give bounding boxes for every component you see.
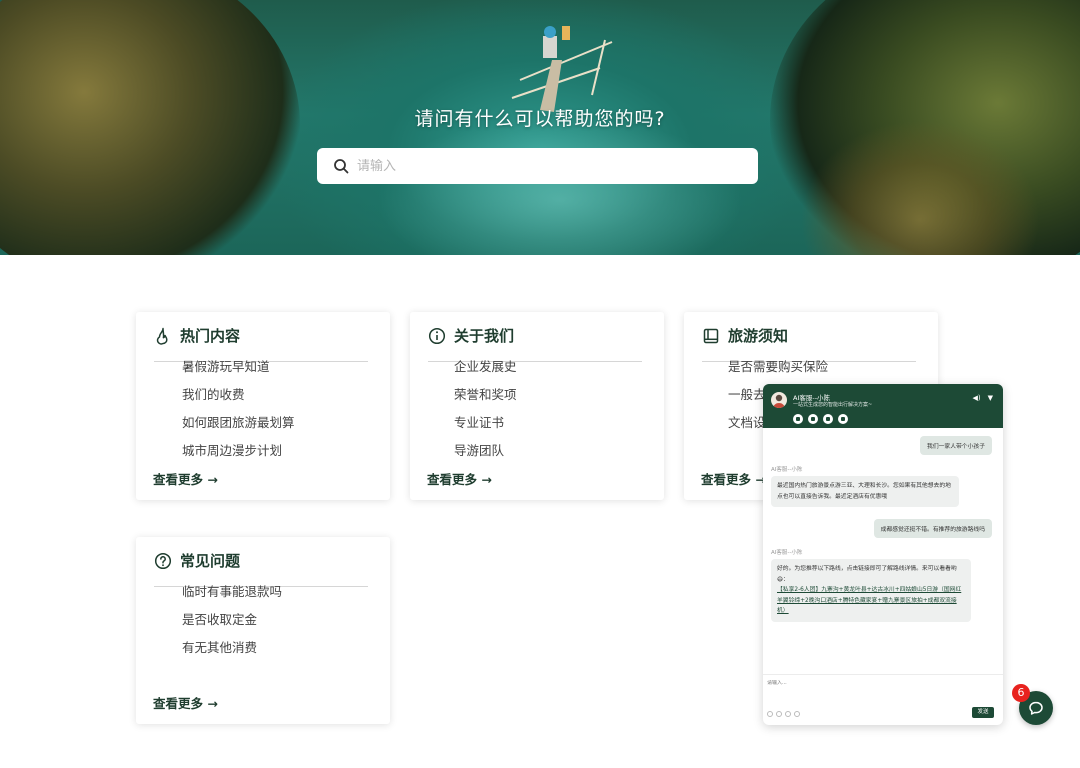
- list-item[interactable]: 有无其他消费: [182, 639, 282, 667]
- info-icon: [428, 327, 446, 344]
- card-hot-content: 热门内容 暑假游玩早知道 我们的收费 如何跟团旅游最划算 城市周边漫步计划 查看…: [136, 312, 390, 500]
- hero-title: 请问有什么可以帮助您的吗?: [414, 108, 666, 130]
- chat-agent-subtitle: 一站式生成您的智能出行解决方案~: [793, 402, 873, 408]
- chat-message-input[interactable]: [767, 680, 967, 686]
- bot-label: AI客服--小陈: [771, 467, 803, 473]
- list-item[interactable]: 城市周边漫步计划: [182, 442, 295, 470]
- bot-message: 最近国内热门旅游景点游三亚、大理和长沙。您如果有其他想去的地点也可以直接告诉我。…: [771, 476, 959, 507]
- message-icon[interactable]: [838, 414, 848, 424]
- list-item[interactable]: 如何跟团旅游最划算: [182, 414, 295, 442]
- card-title: 旅游须知: [728, 327, 789, 345]
- list-item[interactable]: 是否收取定金: [182, 611, 282, 639]
- user-message: 成都感觉还挺不错。有推荐的旅游路线吗: [873, 519, 992, 538]
- book-icon: [703, 328, 719, 343]
- card-list: 暑假游玩早知道 我们的收费 如何跟团旅游最划算 城市周边漫步计划: [182, 358, 295, 470]
- phone-off-icon[interactable]: [793, 414, 803, 424]
- card-about-us: 关于我们 企业发展史 荣誉和奖项 专业证书 导游团队 查看更多 →: [410, 312, 664, 500]
- list-item[interactable]: 专业证书: [454, 414, 517, 442]
- route-link[interactable]: 【私享2-6人团】九寨沟+黄龙叶县+达古冰川+四姑娘山5日游（国网红羊翼铃缔+2…: [777, 587, 961, 614]
- list-item[interactable]: 是否需要购买保险: [728, 358, 828, 386]
- question-icon: [154, 552, 172, 569]
- view-more-link[interactable]: 查看更多 →: [701, 469, 766, 488]
- bot-message: 好的。为您推荐以下路线，点击链接即可了解路线详情。来可以看看哟😄： 【私享2-6…: [771, 559, 971, 622]
- list-item[interactable]: 我们的收费: [182, 386, 295, 414]
- phone-icon[interactable]: [823, 414, 833, 424]
- location-icon[interactable]: [808, 414, 818, 424]
- card-title: 关于我们: [454, 327, 515, 345]
- file-icon[interactable]: [785, 711, 791, 717]
- more-icon[interactable]: [794, 711, 800, 717]
- bot-message-text: 好的。为您推荐以下路线，点击链接即可了解路线详情。来可以看看哟😄：: [777, 566, 957, 583]
- search-box[interactable]: [317, 148, 758, 184]
- card-list: 企业发展史 荣誉和奖项 专业证书 导游团队: [454, 358, 517, 470]
- view-more-link[interactable]: 查看更多 →: [427, 469, 492, 488]
- card-list: 临时有事能退款吗 是否收取定金 有无其他消费: [182, 583, 282, 667]
- chat-controls: ◀) ▼: [972, 394, 993, 402]
- user-message: 我们一家人带个小孩子: [920, 436, 992, 455]
- chat-bubble-icon: [1029, 701, 1043, 715]
- card-title: 常见问题: [180, 552, 241, 570]
- bot-message-text: 最近国内热门旅游景点游三亚、大理和长沙。您如果有其他想去的地点也可以直接告诉我。…: [777, 483, 951, 500]
- list-item[interactable]: 临时有事能退款吗: [182, 583, 282, 611]
- avatar: [771, 392, 787, 408]
- chat-input-area: 发送: [763, 674, 1003, 725]
- card-header: 关于我们: [428, 324, 642, 362]
- search-input[interactable]: [357, 158, 737, 174]
- chevron-down-icon[interactable]: ▼: [988, 394, 993, 402]
- send-button[interactable]: 发送: [972, 707, 994, 718]
- card-faq: 常见问题 临时有事能退款吗 是否收取定金 有无其他消费 查看更多 →: [136, 537, 390, 724]
- chat-window: AI客服--小陈 一站式生成您的智能出行解决方案~ ◀) ▼ 我们一家人带个小孩…: [763, 384, 1003, 725]
- flame-icon: [156, 327, 168, 345]
- card-header: 常见问题: [154, 549, 368, 587]
- chat-tools: [767, 711, 800, 717]
- view-more-link[interactable]: 查看更多 →: [153, 693, 218, 712]
- list-item[interactable]: 导游团队: [454, 442, 517, 470]
- card-title: 热门内容: [180, 327, 241, 345]
- speaker-icon[interactable]: ◀): [972, 394, 980, 402]
- list-item[interactable]: 企业发展史: [454, 358, 517, 386]
- hero-banner: 请问有什么可以帮助您的吗?: [0, 0, 1080, 255]
- view-more-link[interactable]: 查看更多 →: [153, 469, 218, 488]
- list-item[interactable]: 暑假游玩早知道: [182, 358, 295, 386]
- emoji-icon[interactable]: [767, 711, 773, 717]
- image-icon[interactable]: [776, 711, 782, 717]
- card-header: 旅游须知: [702, 324, 916, 362]
- search-icon: [334, 159, 349, 174]
- unread-badge: 6: [1012, 684, 1030, 702]
- chat-header: AI客服--小陈 一站式生成您的智能出行解决方案~ ◀) ▼: [763, 384, 1003, 428]
- bot-label: AI客服--小陈: [771, 550, 803, 556]
- list-item[interactable]: 荣誉和奖项: [454, 386, 517, 414]
- card-header: 热门内容: [154, 324, 368, 362]
- chat-action-icons: [793, 414, 848, 424]
